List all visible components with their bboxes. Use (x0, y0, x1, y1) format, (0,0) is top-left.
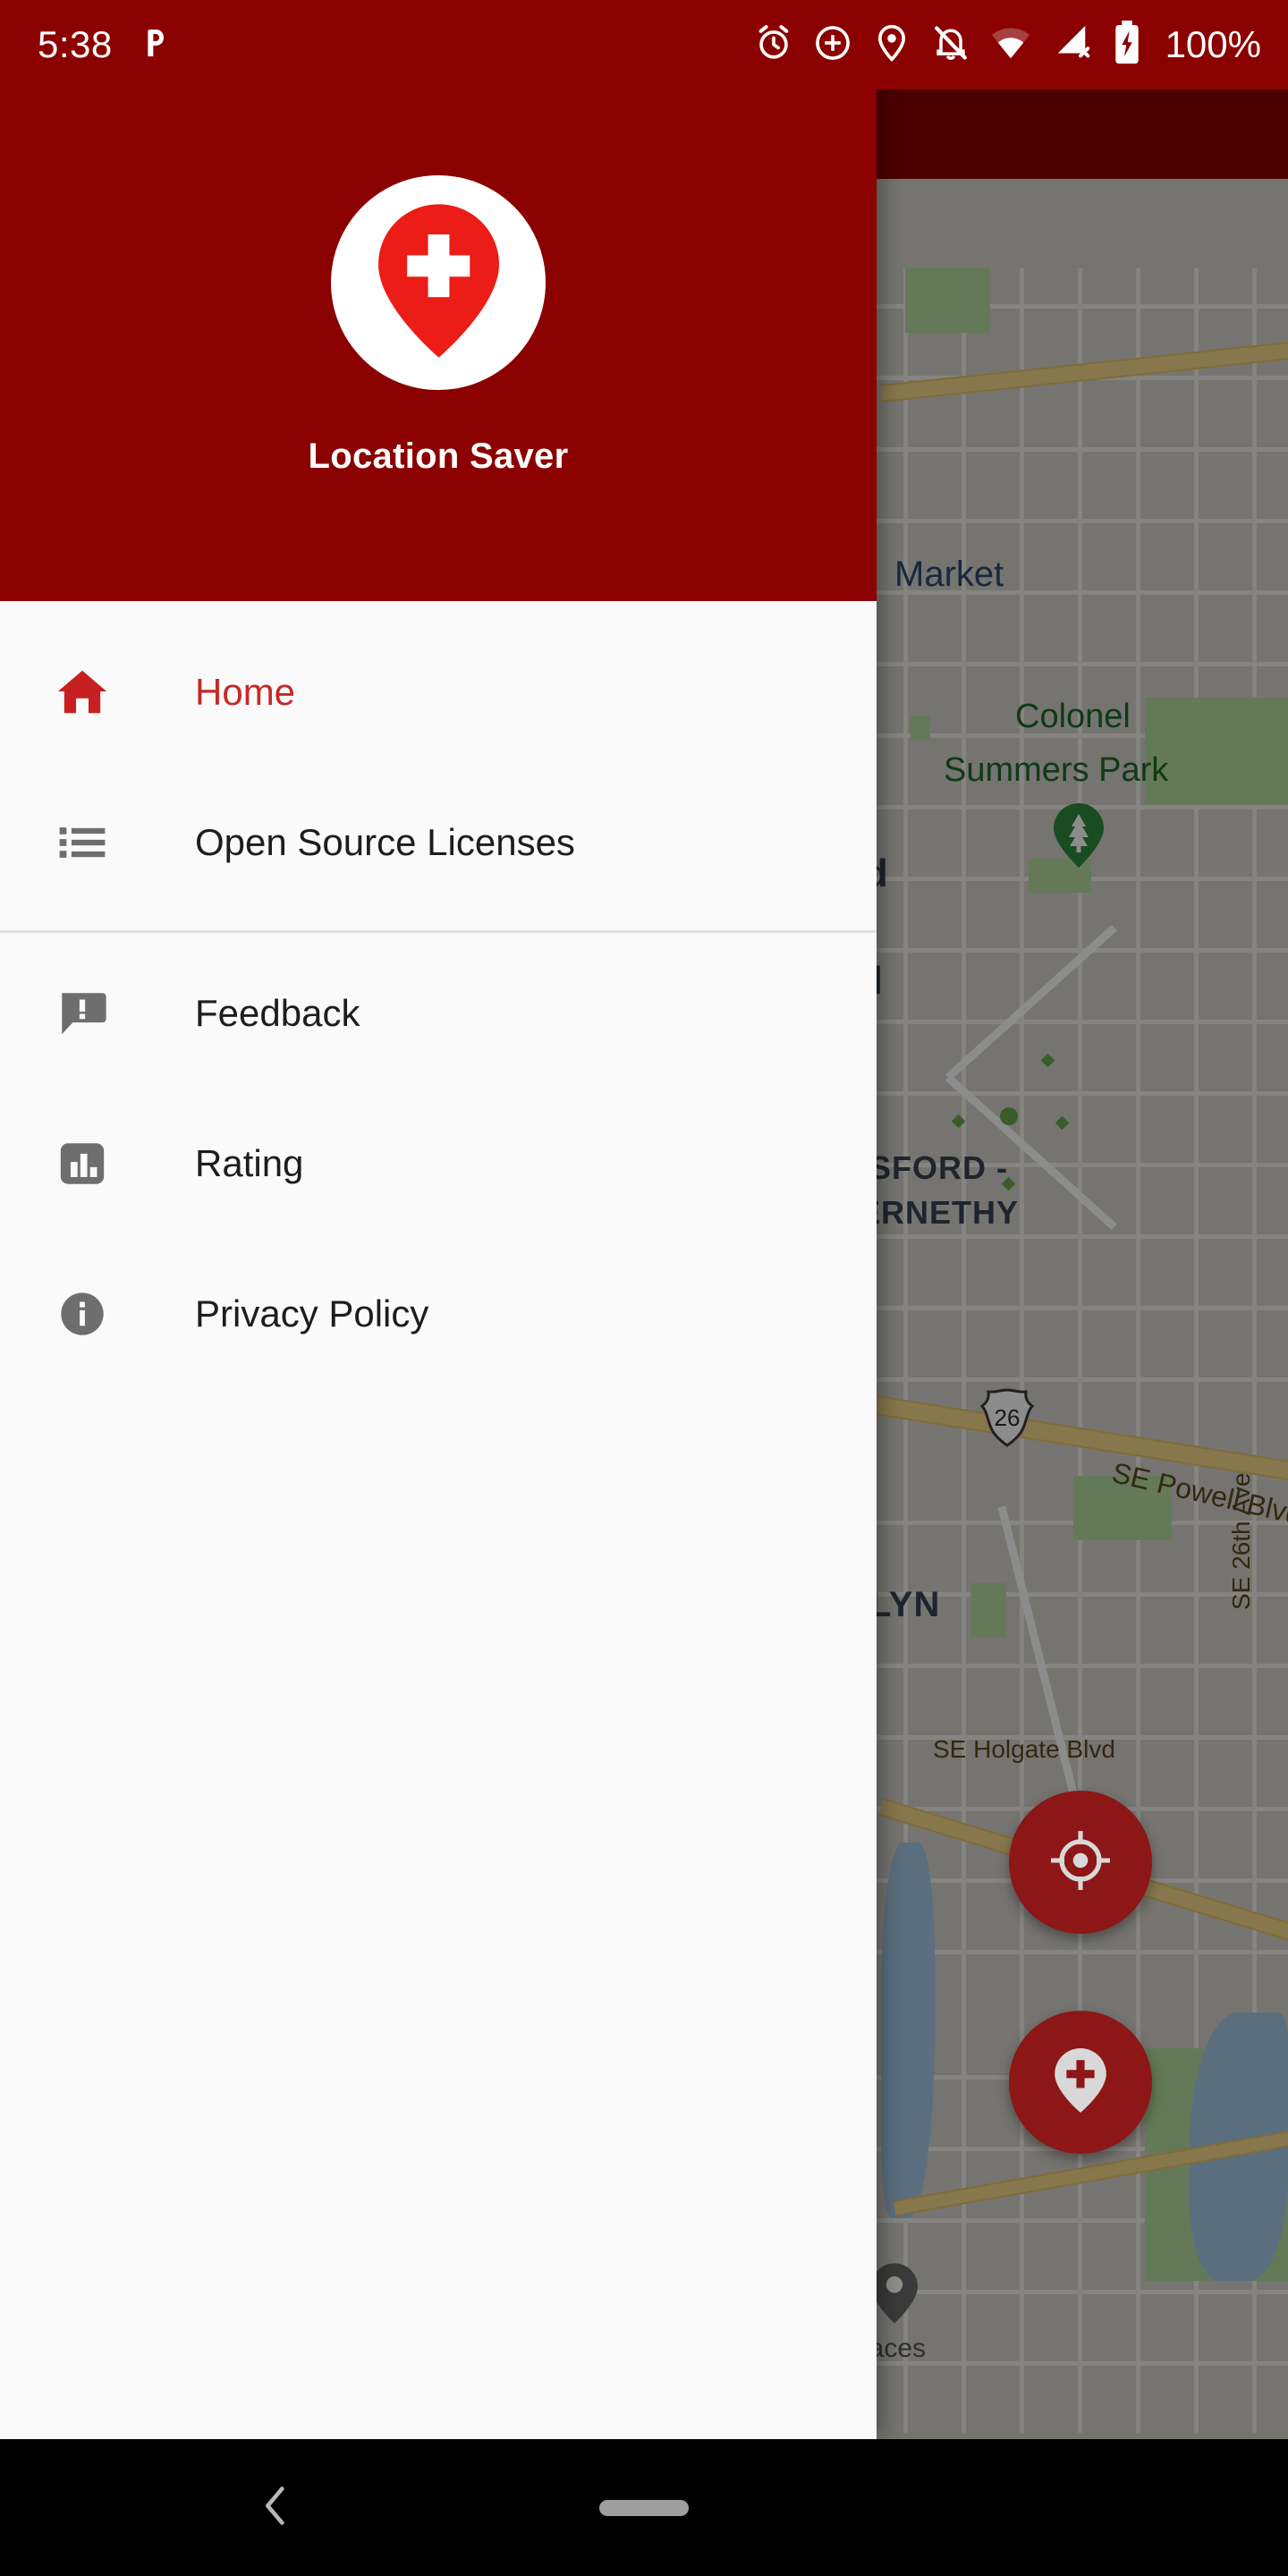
dnd-icon (813, 23, 852, 67)
drawer-item-home[interactable]: Home (0, 617, 877, 767)
add-location-icon (1055, 2047, 1106, 2117)
app-logo (331, 175, 546, 390)
drawer-item-rating-label: Rating (195, 1142, 304, 1184)
battery-charging-icon (1112, 20, 1142, 70)
app-name: Location Saver (308, 436, 569, 476)
status-bar-left: 5:38 (0, 23, 172, 66)
back-chevron-icon[interactable] (252, 2482, 299, 2533)
home-pill-indicator[interactable] (599, 2499, 689, 2516)
drawer-item-feedback-label: Feedback (195, 992, 360, 1034)
wifi-icon (990, 25, 1031, 65)
status-bar-right: 100% (754, 20, 1288, 70)
drawer-header: Location Saver (0, 0, 877, 601)
my-location-fab[interactable] (1009, 1791, 1152, 1934)
drawer-item-open-source-licenses-label: Open Source Licenses (195, 821, 575, 863)
drawer-item-feedback[interactable]: Feedback (0, 938, 877, 1089)
drawer-item-privacy-policy-label: Privacy Policy (195, 1292, 429, 1335)
place-pin-icon (871, 2263, 919, 2328)
status-clock: 5:38 (38, 23, 113, 65)
home-icon (50, 665, 114, 720)
add-place-fab[interactable] (1009, 2011, 1152, 2154)
list-icon (50, 817, 114, 869)
drawer-divider (0, 930, 877, 933)
system-navigation-bar (0, 2439, 1288, 2576)
battery-percentage: 100% (1165, 23, 1261, 65)
cellular-no-service-icon (1051, 24, 1092, 66)
phone-screen: 26 Market Colonel Summers Park nd d SFOR… (0, 0, 1288, 2576)
location-icon (872, 23, 911, 67)
map-pin-plus-logo-icon (377, 203, 499, 362)
app-p-icon (136, 25, 172, 65)
drawer-item-privacy-policy[interactable]: Privacy Policy (0, 1239, 877, 1389)
navigation-drawer[interactable]: Location Saver Home Open Source Licenses… (0, 0, 877, 2439)
notifications-off-icon (931, 23, 970, 67)
status-bar: 5:38 100% (0, 0, 1288, 89)
bar-chart-icon (50, 1138, 114, 1190)
drawer-item-open-source-licenses[interactable]: Open Source Licenses (0, 767, 877, 918)
alarm-icon (754, 23, 793, 67)
drawer-item-home-label: Home (195, 671, 296, 713)
drawer-menu: Home Open Source Licenses Feedback Ratin… (0, 601, 877, 2439)
crosshair-icon (1048, 1828, 1113, 1897)
feedback-icon (50, 987, 114, 1039)
info-icon (50, 1288, 114, 1340)
drawer-item-rating[interactable]: Rating (0, 1089, 877, 1239)
